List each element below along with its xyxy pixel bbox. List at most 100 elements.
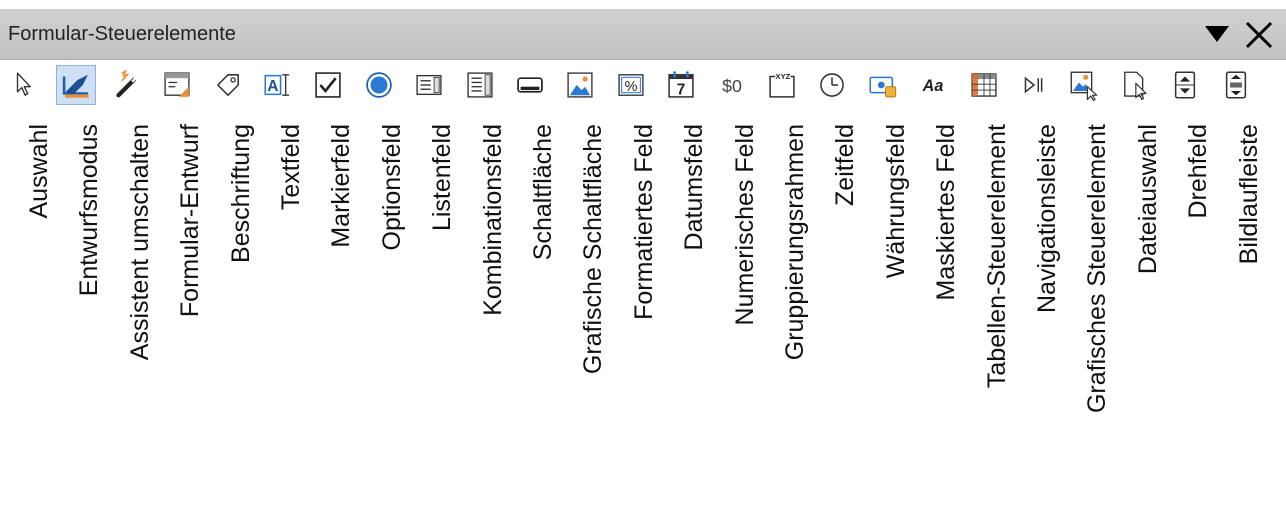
drehfeld-button[interactable] <box>1165 65 1205 105</box>
label-tag-icon <box>217 74 239 96</box>
schaltflaeche-button[interactable] <box>510 65 550 105</box>
control-label-text: Assistent umschalten <box>126 124 154 361</box>
combo-box-icon <box>467 72 493 98</box>
label-formular-entwurf: Formular-Entwurf <box>169 120 209 508</box>
label-navigationsleiste: Navigationsleiste <box>1026 120 1066 508</box>
toolbar-titlebar[interactable]: Formular-Steuerelemente <box>0 9 1286 60</box>
date-field-icon: 7 <box>668 71 694 98</box>
control-label-text: Schaltfläche <box>529 124 557 261</box>
formular-entwurf-button[interactable] <box>157 65 197 105</box>
datumsfeld-button[interactable]: 7 <box>661 65 701 105</box>
spin-button-icon <box>1174 71 1196 99</box>
label-waehrungsfeld: Währungsfeld <box>875 120 915 508</box>
waehrungsfeld-button[interactable] <box>863 65 903 105</box>
control-label-text: Beschriftung <box>227 124 255 263</box>
form-controls-toolbar: A% 7 $0 XYZ Aa <box>0 60 1286 124</box>
control-label-text: Tabellen-Steuerelement <box>983 124 1011 389</box>
label-zeitfeld: Zeitfeld <box>824 120 864 508</box>
entwurfsmodus-button[interactable] <box>56 65 96 105</box>
pointer-icon <box>16 72 31 96</box>
zeitfeld-button[interactable] <box>812 65 852 105</box>
markierfeld-button[interactable] <box>308 65 348 105</box>
label-schaltflaeche: Schaltfläche <box>522 120 562 508</box>
close-icon[interactable] <box>1244 20 1274 50</box>
label-gruppierungsrahmen: Gruppierungsrahmen <box>774 120 814 508</box>
push-button-icon <box>517 77 543 93</box>
label-grafische-schaltflaeche: Grafische Schaltfläche <box>572 120 612 508</box>
beschriftung-button[interactable] <box>208 65 248 105</box>
navigationsleiste-button[interactable] <box>1014 65 1054 105</box>
dropdown-triangle-icon[interactable] <box>1204 25 1230 43</box>
numeric-field-icon: $0 <box>722 76 742 96</box>
image-button-icon <box>567 72 593 98</box>
option-button-icon <box>366 72 392 98</box>
control-label-text: Listenfeld <box>428 124 456 232</box>
tabellen-steuerelement-button[interactable] <box>964 65 1004 105</box>
numerisches-feld-button[interactable]: $0 <box>712 65 752 105</box>
assistent-button[interactable] <box>107 65 147 105</box>
control-label-text: Grafische Schaltfläche <box>579 124 607 375</box>
label-datumsfeld: Datumsfeld <box>673 120 713 508</box>
label-beschriftung: Beschriftung <box>220 120 260 508</box>
pattern-field-icon: Aa <box>922 77 944 95</box>
label-dateiauswahl: Dateiauswahl <box>1127 120 1167 508</box>
control-label-text: Numerisches Feld <box>731 124 759 326</box>
label-auswahl: Auswahl <box>18 120 58 508</box>
navigation-bar-icon <box>1024 76 1043 94</box>
control-label-text: Dateiauswahl <box>1134 124 1162 275</box>
list-box-icon <box>416 74 442 96</box>
scrollbar-icon <box>1225 71 1247 99</box>
label-numerisches-feld: Numerisches Feld <box>724 120 764 508</box>
listenfeld-button[interactable] <box>409 65 449 105</box>
control-label-text: Zeitfeld <box>831 124 859 206</box>
auswahl-button[interactable] <box>6 65 46 105</box>
control-label-text: Kombinationsfeld <box>479 124 507 316</box>
svg-text:XYZ: XYZ <box>775 72 790 81</box>
control-label-text: Entwurfsmodus <box>75 124 103 297</box>
control-label-text: Drehfeld <box>1184 124 1212 219</box>
label-kombinationsfeld: Kombinationsfeld <box>472 120 512 508</box>
grafische-schaltflaeche-button[interactable] <box>560 65 600 105</box>
label-assistent: Assistent umschalten <box>119 120 159 508</box>
formatted-field-icon: % <box>618 74 644 96</box>
dateiauswahl-button[interactable] <box>1115 65 1155 105</box>
label-tabellen-steuerelement: Tabellen-Steuerelement <box>976 120 1016 508</box>
label-listenfeld: Listenfeld <box>421 120 461 508</box>
textfeld-button[interactable]: A <box>258 65 298 105</box>
control-label-text: Währungsfeld <box>882 124 910 279</box>
control-label-text: Formular-Entwurf <box>176 124 204 318</box>
kombinationsfeld-button[interactable] <box>460 65 500 105</box>
control-label-text: Datumsfeld <box>680 124 708 251</box>
optionsfeld-button[interactable] <box>359 65 399 105</box>
gruppierungsrahmen-button[interactable]: XYZ <box>762 65 802 105</box>
control-label-text: Auswahl <box>25 124 53 219</box>
label-optionsfeld: Optionsfeld <box>371 120 411 508</box>
group-box-icon: XYZ <box>769 72 795 98</box>
grafisches-steuerelement-button[interactable] <box>1064 65 1104 105</box>
control-label-text: Grafisches Steuerelement <box>1083 124 1111 414</box>
label-markierfeld: Markierfeld <box>320 120 360 508</box>
svg-text:$0: $0 <box>722 76 742 96</box>
svg-text:%: % <box>625 79 638 95</box>
window-title: Formular-Steuerelemente <box>8 23 236 45</box>
table-control-icon <box>971 73 997 97</box>
design-mode-icon <box>62 74 89 98</box>
control-label-text: Formatiertes Feld <box>630 124 658 320</box>
maskiertes-feld-button[interactable]: Aa <box>913 65 953 105</box>
bildlaufleiste-button[interactable] <box>1216 65 1256 105</box>
control-label-text: Gruppierungsrahmen <box>781 124 809 361</box>
wizard-icon <box>116 69 138 98</box>
control-label-text: Bildlaufleiste <box>1235 124 1263 265</box>
svg-text:A: A <box>267 78 278 95</box>
label-drehfeld: Drehfeld <box>1177 120 1217 508</box>
label-grafisches-steuerelement: Grafisches Steuerelement <box>1076 120 1116 508</box>
control-label-text: Textfeld <box>277 124 305 211</box>
svg-text:Aa: Aa <box>922 77 944 95</box>
control-label-text: Navigationsleiste <box>1033 124 1061 313</box>
form-design-icon <box>164 72 190 97</box>
formatiertes-feld-button[interactable]: % <box>611 65 651 105</box>
label-bildlaufleiste: Bildlaufleiste <box>1228 120 1268 508</box>
currency-field-icon <box>869 76 897 98</box>
image-control-icon <box>1070 71 1098 101</box>
text-box-icon: A <box>264 74 290 96</box>
